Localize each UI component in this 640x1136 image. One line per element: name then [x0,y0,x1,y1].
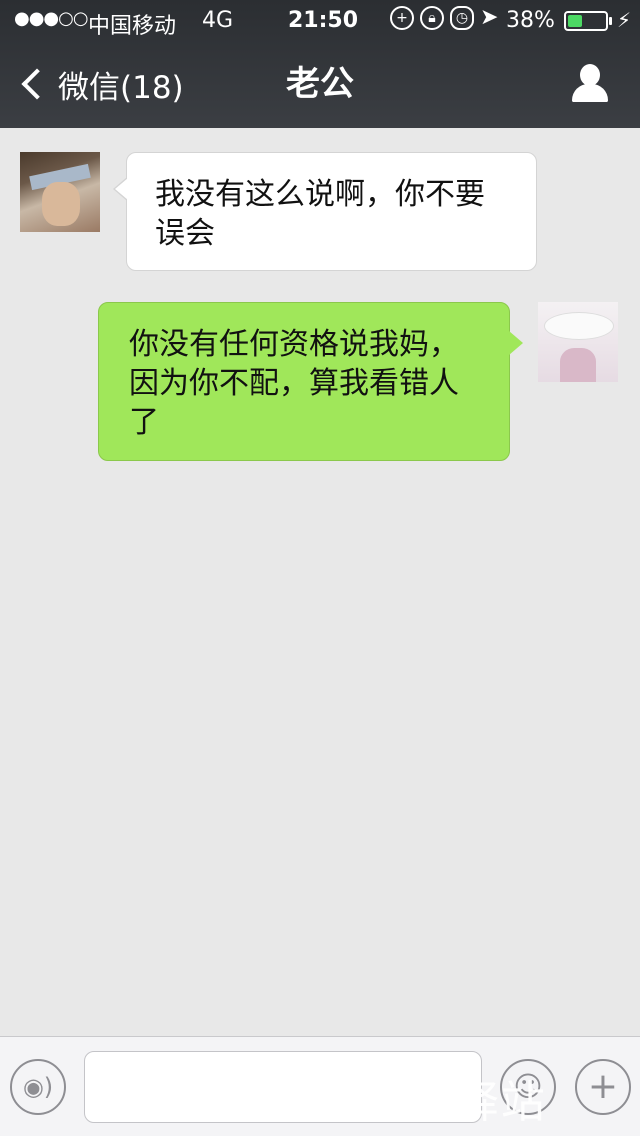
battery-percent: 38% [506,8,555,33]
my-avatar[interactable] [538,302,618,382]
back-button-label: 微信(18) [58,69,184,106]
battery-tip [609,17,612,25]
signal-strength-indicator: ●●●○○ [14,8,89,29]
status-bar: ●●●○○ 中国移动 4G 21:50 + 🔒︎ ◷ ➤ 38% ⚡ [0,0,640,40]
emoji-icon[interactable]: ☺ [500,1059,556,1115]
battery-icon [564,11,608,31]
battery-level-fill [568,15,582,27]
top-bar: ●●●○○ 中国移动 4G 21:50 + 🔒︎ ◷ ➤ 38% ⚡ 微信(18… [0,0,640,128]
status-icons: + 🔒︎ ◷ ➤ [390,6,498,30]
navigation-bar: 微信(18) 老公 [0,40,640,128]
chat-area[interactable]: 我没有这么说啊，你不要误会 你没有任何资格说我妈，因为你不配，算我看错人了 [0,128,640,1036]
charging-icon: ⚡ [617,8,632,32]
orientation-lock-icon: 🔒︎ [420,6,444,30]
voice-icon[interactable]: ◉︎) [10,1059,66,1115]
carrier-name: 中国移动 [88,14,177,39]
chevron-left-icon [21,68,53,100]
status-time: 21:50 [288,8,359,33]
profile-icon[interactable] [566,60,614,108]
plus-icon[interactable]: + [575,1059,631,1115]
alarm-icon: ◷ [450,6,474,30]
outgoing-message-bubble[interactable]: 你没有任何资格说我妈，因为你不配，算我看错人了 [98,302,523,461]
network-type: 4G [202,8,234,33]
sync-icon: + [390,6,414,30]
message-text: 我没有这么说啊，你不要误会 [155,177,485,251]
message-input[interactable] [84,1051,482,1123]
message-text: 你没有任何资格说我妈，因为你不配，算我看错人了 [129,327,459,440]
contact-avatar[interactable] [20,152,100,232]
input-bar: ◉︎) ☺ + [0,1036,640,1136]
back-button[interactable]: 微信(18) [16,60,184,108]
location-icon: ➤ [480,5,499,30]
incoming-message-bubble[interactable]: 我没有这么说啊，你不要误会 [113,152,537,271]
